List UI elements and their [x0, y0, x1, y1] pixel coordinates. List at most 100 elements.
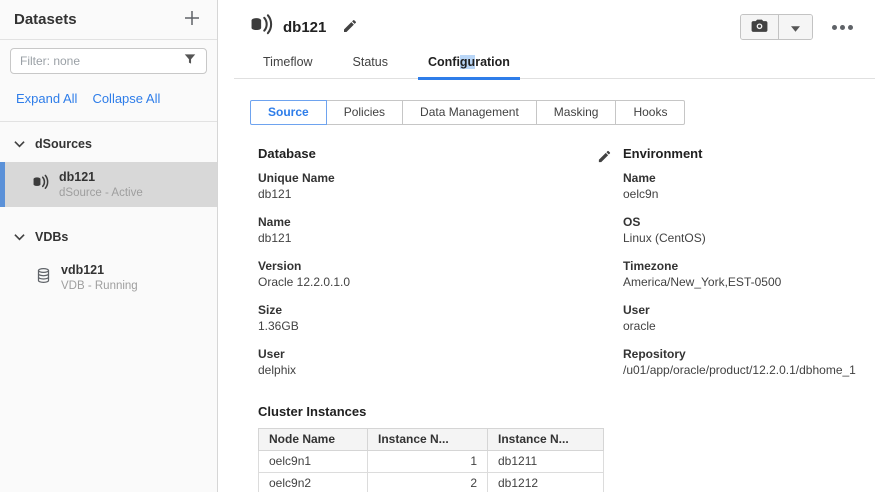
tab-configuration[interactable]: Configuration: [418, 55, 520, 80]
tree-item-name: vdb121: [61, 263, 138, 277]
cluster-instances-table: Node Name Instance N... Instance N... oe…: [258, 428, 604, 492]
sidebar-header: Datasets: [0, 0, 217, 40]
table-header-row: Node Name Instance N... Instance N...: [259, 429, 604, 451]
tab-label-part: Confi: [428, 55, 460, 69]
snapshot-menu-button[interactable]: [779, 15, 812, 39]
environment-section-title: Environment: [623, 146, 875, 161]
plus-icon: [183, 9, 201, 30]
subtab-hooks[interactable]: Hooks: [615, 100, 685, 125]
expand-all-link[interactable]: Expand All: [16, 91, 77, 106]
vdb-icon: [36, 267, 51, 289]
field-size: Size 1.36GB: [258, 303, 595, 334]
field-label: Name: [623, 171, 875, 186]
ellipsis-icon: [848, 25, 853, 30]
field-label: User: [623, 303, 875, 318]
field-value: /u01/app/oracle/product/12.2.0.1/dbhome_…: [623, 363, 875, 378]
chevron-down-icon: [14, 228, 25, 246]
sidebar-title: Datasets: [14, 11, 77, 28]
sidebar-group-vdbs[interactable]: VDBs: [0, 215, 217, 246]
database-section: Database Unique Name db121 Name db121 Ve…: [258, 146, 595, 391]
field-label: Repository: [623, 347, 875, 362]
field-user: User delphix: [258, 347, 595, 378]
field-name: Name db121: [258, 215, 595, 246]
tab-timeflow[interactable]: Timeflow: [253, 55, 323, 80]
field-value: oracle: [623, 319, 875, 334]
snapshot-split-button: [740, 14, 813, 40]
app-window: Datasets Expand All Collapse All dSource…: [0, 0, 875, 492]
more-actions-button[interactable]: [828, 21, 857, 34]
field-timezone: Timezone America/New_York,EST-0500: [623, 259, 875, 290]
camera-icon: [750, 16, 769, 38]
cluster-instances-title: Cluster Instances: [258, 404, 875, 419]
group-label: dSources: [35, 137, 92, 151]
field-value: db121: [258, 187, 595, 202]
field-label: User: [258, 347, 595, 362]
filter-input[interactable]: [20, 54, 183, 68]
edit-column: [595, 146, 623, 391]
dsource-icon: [248, 12, 273, 42]
chevron-down-icon: [14, 135, 25, 153]
tree-item-text: db121 dSource - Active: [59, 170, 143, 199]
field-label: OS: [623, 215, 875, 230]
subtab-data-management[interactable]: Data Management: [402, 100, 537, 125]
main-tabs: Timeflow Status Configuration: [234, 55, 875, 79]
cluster-instances-section: Cluster Instances Node Name Instance N..…: [258, 404, 875, 492]
column-header-node-name: Node Name: [259, 429, 368, 451]
field-value: db121: [258, 231, 595, 246]
rename-button[interactable]: [340, 16, 360, 39]
main-header: db121: [248, 12, 867, 42]
edit-environment-button[interactable]: [595, 147, 614, 169]
caret-down-icon: [791, 20, 800, 35]
field-label: Name: [258, 215, 595, 230]
subtab-policies[interactable]: Policies: [326, 100, 403, 125]
field-value: delphix: [258, 363, 595, 378]
tab-label-part: ration: [475, 55, 510, 69]
sidebar-group-dsources[interactable]: dSources: [0, 122, 217, 153]
field-label: Unique Name: [258, 171, 595, 186]
edit-pencil-icon: [342, 18, 358, 37]
tree-item-status: dSource - Active: [59, 187, 143, 199]
field-label: Size: [258, 303, 595, 318]
table-row: oelc9n1 1 db1211: [259, 451, 604, 473]
field-repository: Repository /u01/app/oracle/product/12.2.…: [623, 347, 875, 378]
ellipsis-icon: [832, 25, 837, 30]
field-value: 1.36GB: [258, 319, 595, 334]
ellipsis-icon: [840, 25, 845, 30]
field-value: Linux (CentOS): [623, 231, 875, 246]
field-value: Oracle 12.2.0.1.0: [258, 275, 595, 290]
table-row: oelc9n2 2 db1212: [259, 473, 604, 492]
tree-item-status: VDB - Running: [61, 280, 138, 292]
cell-instance-name: db1212: [488, 473, 604, 492]
column-header-instance-name: Instance N...: [488, 429, 604, 451]
subtab-masking[interactable]: Masking: [536, 100, 617, 125]
tree-item-vdb121[interactable]: vdb121 VDB - Running: [0, 255, 217, 300]
tree-item-name: db121: [59, 170, 143, 184]
add-dataset-button[interactable]: [181, 7, 203, 32]
tree-item-db121[interactable]: db121 dSource - Active: [0, 162, 217, 207]
source-content: Database Unique Name db121 Name db121 Ve…: [258, 146, 875, 391]
field-os: OS Linux (CentOS): [623, 215, 875, 246]
environment-section: Environment Name oelc9n OS Linux (CentOS…: [623, 146, 875, 391]
funnel-icon[interactable]: [183, 52, 197, 71]
field-label: Timezone: [623, 259, 875, 274]
cell-instance-number: 2: [368, 473, 488, 492]
cell-node-name: oelc9n2: [259, 473, 368, 492]
filter-box: [10, 48, 207, 74]
field-unique-name: Unique Name db121: [258, 171, 595, 202]
field-label: Version: [258, 259, 595, 274]
datasets-sidebar: Datasets Expand All Collapse All dSource…: [0, 0, 218, 492]
subtab-source[interactable]: Source: [250, 100, 327, 125]
tab-status[interactable]: Status: [343, 55, 398, 80]
field-env-user: User oracle: [623, 303, 875, 334]
collapse-all-link[interactable]: Collapse All: [92, 91, 160, 106]
sidebar-links: Expand All Collapse All: [16, 91, 201, 106]
tab-label-highlight: gu: [460, 55, 475, 69]
field-value: oelc9n: [623, 187, 875, 202]
field-version: Version Oracle 12.2.0.1.0: [258, 259, 595, 290]
group-label: VDBs: [35, 230, 68, 244]
dsource-icon: [31, 173, 49, 196]
field-env-name: Name oelc9n: [623, 171, 875, 202]
snapshot-button[interactable]: [741, 15, 779, 39]
tree-item-text: vdb121 VDB - Running: [61, 263, 138, 292]
cell-instance-name: db1211: [488, 451, 604, 473]
